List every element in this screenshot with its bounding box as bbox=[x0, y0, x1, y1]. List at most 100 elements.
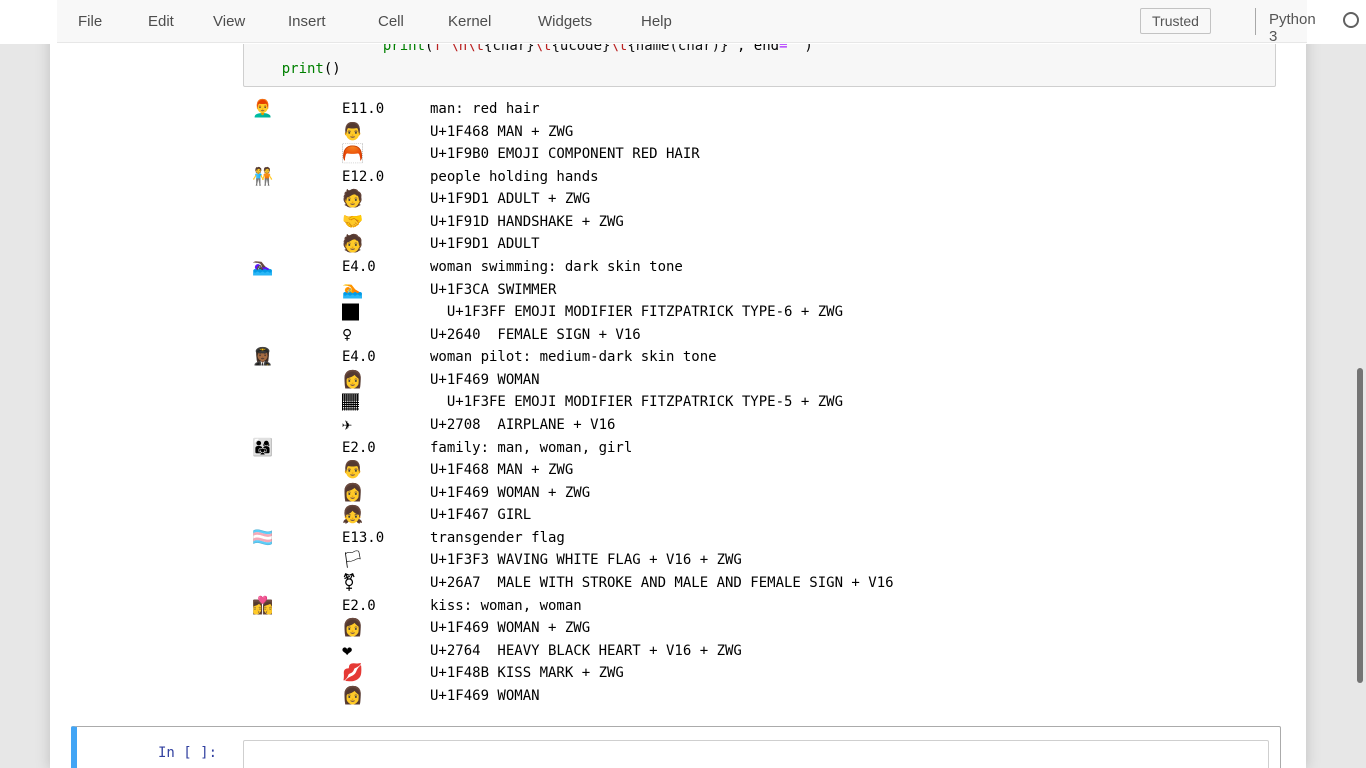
emoji-glyph: ✈ bbox=[342, 414, 352, 437]
emoji-component-row: 🧑 U+1F9D1 ADULT bbox=[252, 233, 1262, 256]
emoji-glyph: 👩🏾‍✈️ bbox=[252, 346, 273, 369]
emoji-glyph: 🏳 bbox=[342, 549, 364, 572]
menubar: FileEditViewInsertCellKernelWidgetsHelp … bbox=[57, 0, 1307, 43]
emoji-main-row: 👩🏾‍✈️ E4.0 woman pilot: medium-dark skin t… bbox=[252, 346, 1262, 369]
emoji-glyph: 👨‍👩‍👧 bbox=[252, 437, 273, 460]
emoji-component-row: ✈ U+2708 AIRPLANE + V16 bbox=[252, 414, 1262, 437]
emoji-component-row: 💋 U+1F48B KISS MARK + ZWG bbox=[252, 662, 1262, 685]
emoji-description: woman pilot: medium-dark skin tone bbox=[430, 346, 717, 369]
input-prompt: In [ ]: bbox=[158, 745, 217, 761]
menu-item-file[interactable]: File bbox=[78, 0, 102, 43]
emoji-component-row: 🏿 U+1F3FF EMOJI MODIFIER FITZPATRICK TYP… bbox=[252, 301, 1262, 324]
scrollbar-thumb[interactable] bbox=[1357, 368, 1363, 683]
menu-item-widgets[interactable]: Widgets bbox=[538, 0, 592, 43]
emoji-version: E4.0 bbox=[342, 346, 376, 369]
emoji-glyph: 👨 bbox=[342, 459, 363, 482]
emoji-component-row: 👨 U+1F468 MAN + ZWG bbox=[252, 459, 1262, 482]
emoji-component-row: ⚧ U+26A7 MALE WITH STROKE AND MALE AND FE… bbox=[252, 572, 1262, 595]
codepoint-description: U+1F3FF EMOJI MODIFIER FITZPATRICK TYPE-… bbox=[430, 301, 843, 324]
codepoint-description: U+1F469 WOMAN + ZWG bbox=[430, 617, 590, 640]
emoji-main-row: 👨‍🦰 E11.0 man: red hair bbox=[252, 98, 1262, 121]
emoji-component-row: 🧑U+1F9D1 ADULT + ZWG bbox=[252, 188, 1262, 211]
menu-item-edit[interactable]: Edit bbox=[148, 0, 174, 43]
codepoint-description: U+1F469 WOMAN + ZWG bbox=[430, 482, 590, 505]
emoji-description: transgender flag bbox=[430, 527, 565, 550]
emoji-main-row: 🏳️‍⚧️E13.0transgender flag bbox=[252, 527, 1262, 550]
emoji-component-row: 🦰 U+1F9B0 EMOJI COMPONENT RED HAIR bbox=[252, 143, 1262, 166]
emoji-glyph: ⚧ bbox=[342, 572, 356, 595]
codepoint-description: U+1F3CA SWIMMER bbox=[430, 279, 556, 302]
trusted-button[interactable]: Trusted bbox=[1140, 8, 1211, 34]
menu-item-view[interactable]: View bbox=[213, 0, 245, 43]
emoji-main-row: 🧑‍🤝‍🧑E12.0people holding hands bbox=[252, 166, 1262, 189]
emoji-glyph: 🏊 bbox=[342, 279, 363, 302]
codepoint-description: U+1F91D HANDSHAKE + ZWG bbox=[430, 211, 624, 234]
emoji-description: family: man, woman, girl bbox=[430, 437, 632, 460]
emoji-main-row: 👩‍❤️‍💋‍👩E2.0kiss: woman, woman bbox=[252, 595, 1262, 618]
menu-item-cell[interactable]: Cell bbox=[378, 0, 404, 43]
codepoint-description: U+1F468 MAN + ZWG bbox=[430, 459, 573, 482]
emoji-glyph: 💋 bbox=[342, 662, 363, 685]
emoji-component-row: 👩 U+1F469 WOMAN bbox=[252, 369, 1262, 392]
emoji-main-row: 🏊🏿‍♀️ E4.0 woman swimming: dark skin tone bbox=[252, 256, 1262, 279]
codepoint-description: U+2764 HEAVY BLACK HEART + V16 + ZWG bbox=[430, 640, 742, 663]
codepoint-description: U+1F9D1 ADULT bbox=[430, 233, 540, 256]
emoji-glyph: 🤝 bbox=[342, 211, 363, 234]
emoji-glyph: 🏾 bbox=[342, 391, 359, 414]
emoji-component-row: 👩U+1F469 WOMAN + ZWG bbox=[252, 617, 1262, 640]
emoji-glyph: 👨‍🦰 bbox=[252, 98, 273, 121]
kernel-name: Python 3 bbox=[1269, 11, 1316, 45]
menu-item-kernel[interactable]: Kernel bbox=[448, 0, 491, 43]
emoji-component-row: 🏳U+1F3F3 WAVING WHITE FLAG + V16 + ZWG bbox=[252, 549, 1262, 572]
emoji-component-row: 🏊 U+1F3CA SWIMMER bbox=[252, 279, 1262, 302]
codepoint-description: U+2708 AIRPLANE + V16 bbox=[430, 414, 615, 437]
codepoint-description: U+26A7 MALE WITH STROKE AND MALE AND FEM… bbox=[430, 572, 894, 595]
emoji-glyph: 👩 bbox=[342, 482, 363, 505]
emoji-version: E11.0 bbox=[342, 98, 384, 121]
emoji-glyph: 🧑 bbox=[342, 233, 363, 256]
codepoint-description: U+1F469 WOMAN bbox=[430, 369, 540, 392]
emoji-description: woman swimming: dark skin tone bbox=[430, 256, 683, 279]
codepoint-description: U+1F469 WOMAN bbox=[430, 685, 540, 708]
top-strip: FileEditViewInsertCellKernelWidgetsHelp … bbox=[0, 0, 1366, 44]
empty-code-input[interactable] bbox=[243, 740, 1269, 768]
codepoint-description: U+1F48B KISS MARK + ZWG bbox=[430, 662, 624, 685]
emoji-main-row: 👨‍👩‍👧 E2.0 family: man, woman, girl bbox=[252, 437, 1262, 460]
menu-item-insert[interactable]: Insert bbox=[288, 0, 326, 43]
page-background: { "colors": { "plain": "#000000", "green… bbox=[0, 0, 1366, 768]
selected-empty-cell[interactable]: In [ ]: bbox=[71, 726, 1281, 768]
emoji-glyph: 🧑‍🤝‍🧑 bbox=[252, 166, 273, 189]
codepoint-description: U+1F3FE EMOJI MODIFIER FITZPATRICK TYPE-… bbox=[430, 391, 843, 414]
codepoint-description: U+1F9B0 EMOJI COMPONENT RED HAIR bbox=[430, 143, 700, 166]
emoji-glyph: 👩 bbox=[342, 369, 363, 392]
menu-item-help[interactable]: Help bbox=[641, 0, 672, 43]
emoji-component-row: 👩 U+1F469 WOMAN + ZWG bbox=[252, 482, 1262, 505]
emoji-description: man: red hair bbox=[430, 98, 540, 121]
emoji-glyph: ❤ bbox=[342, 640, 352, 663]
emoji-glyph: 👧 bbox=[342, 504, 363, 527]
emoji-version: E13.0 bbox=[342, 527, 384, 550]
codepoint-description: U+1F467 GIRL bbox=[430, 504, 531, 527]
emoji-component-row: 👨 U+1F468 MAN + ZWG bbox=[252, 121, 1262, 144]
emoji-description: kiss: woman, woman bbox=[430, 595, 582, 618]
emoji-version: E2.0 bbox=[342, 437, 376, 460]
codepoint-description: U+1F468 MAN + ZWG bbox=[430, 121, 573, 144]
emoji-version: E4.0 bbox=[342, 256, 376, 279]
emoji-component-row: ♀ U+2640 FEMALE SIGN + V16 bbox=[252, 324, 1262, 347]
code-line: print() bbox=[248, 58, 813, 81]
emoji-version: E12.0 bbox=[342, 166, 384, 189]
emoji-component-row: 🤝 U+1F91D HANDSHAKE + ZWG bbox=[252, 211, 1262, 234]
emoji-glyph: 👨 bbox=[342, 121, 363, 144]
codepoint-description: U+2640 FEMALE SIGN + V16 bbox=[430, 324, 641, 347]
emoji-component-row: 👩U+1F469 WOMAN bbox=[252, 685, 1262, 708]
kernel-divider bbox=[1255, 8, 1256, 35]
emoji-glyph: ♀ bbox=[342, 324, 352, 347]
kernel-idle-icon bbox=[1343, 12, 1359, 28]
codepoint-description: U+1F9D1 ADULT + ZWG bbox=[430, 188, 590, 211]
emoji-glyph: 🏿 bbox=[342, 301, 359, 324]
emoji-component-row: 🏾 U+1F3FE EMOJI MODIFIER FITZPATRICK TYP… bbox=[252, 391, 1262, 414]
emoji-glyph: 🦰 bbox=[342, 143, 363, 166]
emoji-glyph: 🏊🏿‍♀️ bbox=[252, 256, 273, 279]
emoji-component-row: ❤ U+2764 HEAVY BLACK HEART + V16 + ZWG bbox=[252, 640, 1262, 663]
emoji-version: E2.0 bbox=[342, 595, 376, 618]
